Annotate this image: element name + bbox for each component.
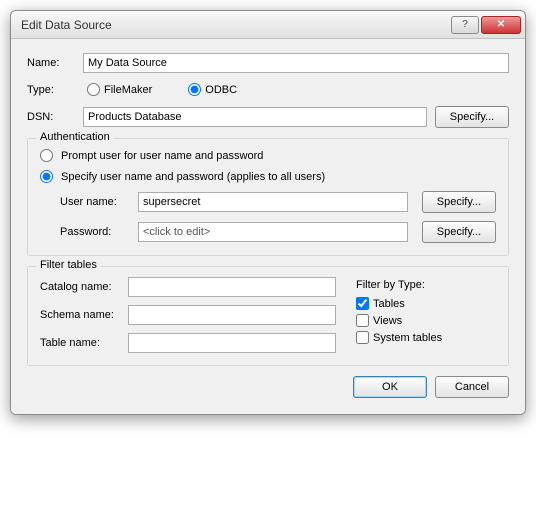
password-input[interactable] [138, 222, 408, 242]
ok-button[interactable]: OK [353, 376, 427, 398]
type-filemaker-label: FileMaker [104, 84, 152, 96]
username-row: User name: Specify... [60, 191, 496, 213]
filter-by-type: Filter by Type: Tables Views System tabl… [356, 277, 496, 353]
password-specify-button[interactable]: Specify... [422, 221, 496, 243]
filter-names: Catalog name: Schema name: Table name: [40, 277, 336, 353]
name-label: Name: [27, 57, 83, 69]
filter-tables-checkbox[interactable] [356, 297, 369, 310]
filter-views-checkbox[interactable] [356, 314, 369, 327]
schema-input[interactable] [128, 305, 336, 325]
auth-specify-option[interactable]: Specify user name and password (applies … [40, 170, 496, 183]
auth-prompt-label: Prompt user for user name and password [61, 150, 263, 162]
password-label: Password: [60, 226, 130, 238]
type-odbc-radio[interactable] [188, 83, 201, 96]
catalog-input[interactable] [128, 277, 336, 297]
name-input[interactable] [83, 53, 509, 73]
catalog-row: Catalog name: [40, 277, 336, 297]
cancel-button[interactable]: Cancel [435, 376, 509, 398]
filter-by-type-label: Filter by Type: [356, 279, 496, 291]
table-input[interactable] [128, 333, 336, 353]
type-filemaker-option[interactable]: FileMaker [87, 83, 152, 96]
filter-system-label: System tables [373, 332, 442, 344]
schema-row: Schema name: [40, 305, 336, 325]
filter-system-option[interactable]: System tables [356, 331, 496, 344]
dialog-footer: OK Cancel [27, 376, 509, 398]
type-radios: FileMaker ODBC [83, 83, 237, 96]
dialog-body: Name: Type: FileMaker ODBC DSN: Specify.… [11, 39, 525, 414]
password-row: Password: Specify... [60, 221, 496, 243]
username-label: User name: [60, 196, 130, 208]
catalog-label: Catalog name: [40, 281, 128, 293]
close-icon: ✕ [497, 19, 505, 30]
titlebar: Edit Data Source ? ✕ [11, 11, 525, 39]
help-icon: ? [462, 19, 468, 30]
table-row: Table name: [40, 333, 336, 353]
dialog-window: Edit Data Source ? ✕ Name: Type: FileMak… [10, 10, 526, 415]
username-input[interactable] [138, 192, 408, 212]
dsn-specify-button[interactable]: Specify... [435, 106, 509, 128]
filter-tables-option[interactable]: Tables [356, 297, 496, 310]
filter-system-checkbox[interactable] [356, 331, 369, 344]
filter-tables-label: Tables [373, 298, 405, 310]
authentication-legend: Authentication [36, 131, 114, 143]
filter-views-label: Views [373, 315, 402, 327]
table-label: Table name: [40, 337, 128, 349]
filter-tables-legend: Filter tables [36, 259, 101, 271]
auth-prompt-radio[interactable] [40, 149, 53, 162]
username-specify-button[interactable]: Specify... [422, 191, 496, 213]
auth-specify-label: Specify user name and password (applies … [61, 171, 325, 183]
type-label: Type: [27, 84, 83, 96]
auth-specify-radio[interactable] [40, 170, 53, 183]
window-title: Edit Data Source [21, 18, 451, 32]
type-odbc-option[interactable]: ODBC [188, 83, 237, 96]
filter-tables-group: Filter tables Catalog name: Schema name:… [27, 266, 509, 366]
dsn-label: DSN: [27, 111, 83, 123]
titlebar-buttons: ? ✕ [451, 16, 521, 34]
dsn-input[interactable] [83, 107, 427, 127]
auth-prompt-option[interactable]: Prompt user for user name and password [40, 149, 496, 162]
type-row: Type: FileMaker ODBC [27, 83, 509, 96]
type-filemaker-radio[interactable] [87, 83, 100, 96]
auth-credentials: User name: Specify... Password: Specify.… [60, 191, 496, 243]
type-odbc-label: ODBC [205, 84, 237, 96]
dsn-row: DSN: Specify... [27, 106, 509, 128]
filter-content: Catalog name: Schema name: Table name: F… [40, 277, 496, 353]
close-button[interactable]: ✕ [481, 16, 521, 34]
schema-label: Schema name: [40, 309, 128, 321]
name-row: Name: [27, 53, 509, 73]
authentication-group: Authentication Prompt user for user name… [27, 138, 509, 256]
help-button[interactable]: ? [451, 16, 479, 34]
filter-views-option[interactable]: Views [356, 314, 496, 327]
